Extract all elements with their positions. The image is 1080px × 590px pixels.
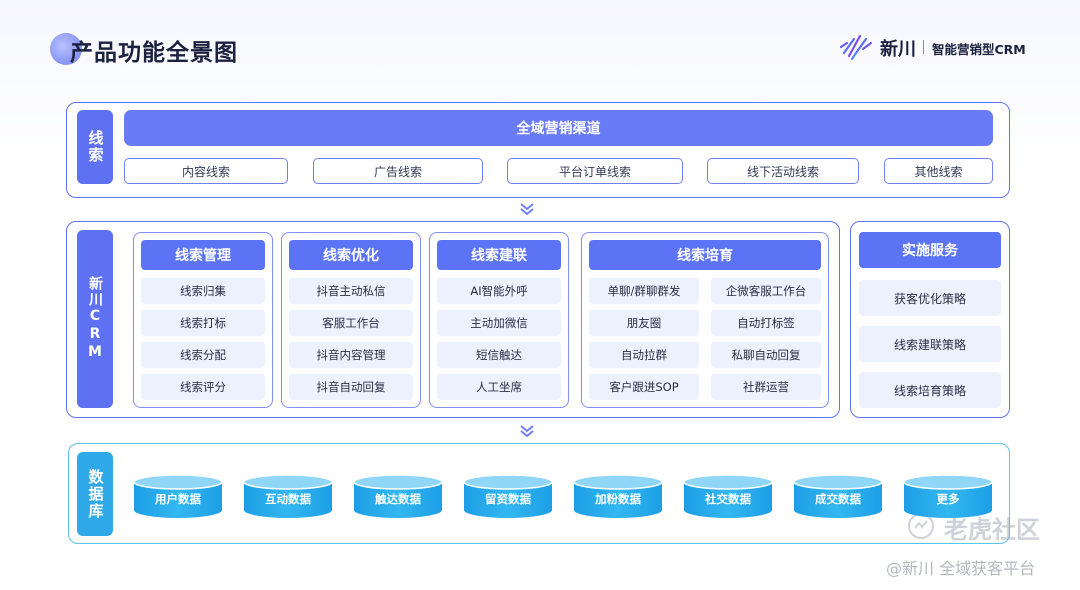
database-item-label: 加粉数据: [595, 492, 641, 506]
clue-side-label: 线索: [77, 110, 113, 184]
channel-content: 内容线索: [124, 158, 288, 184]
database-item: 成交数据: [792, 474, 884, 524]
page-title: 产品功能全景图: [70, 40, 238, 66]
feature-item: 客服工作台: [289, 310, 413, 336]
database-item: 触达数据: [352, 474, 444, 524]
channel-ads: 广告线索: [313, 158, 483, 184]
feature-item: 线索归集: [141, 278, 265, 304]
brand-tagline: 智能营销型CRM: [932, 42, 1026, 57]
channel-platform-orders: 平台订单线索: [507, 158, 683, 184]
brand-logo-icon: [839, 34, 873, 61]
crm-side-label: 新川CRM: [77, 230, 113, 408]
flow-chevron-down-icon: [520, 425, 534, 438]
watermark-credit: @新川 全域获客平台: [886, 559, 1036, 578]
feature-item: 短信触达: [437, 342, 561, 368]
feature-item: 线索打标: [141, 310, 265, 336]
group-lead-contact-title: 线索建联: [437, 240, 561, 270]
database-item-label: 社交数据: [705, 492, 751, 506]
brand-divider: [923, 40, 924, 54]
channel-other: 其他线索: [884, 158, 993, 184]
database-item: 互动数据: [242, 474, 334, 524]
flow-chevron-down-icon: [520, 203, 534, 216]
feature-item: 线索评分: [141, 374, 265, 400]
feature-item: 企微客服工作台: [711, 278, 821, 304]
database-item-label: 成交数据: [815, 492, 861, 506]
channel-banner: 全域营销渠道: [124, 110, 993, 146]
feature-item: 人工坐席: [437, 374, 561, 400]
database-item: 加粉数据: [572, 474, 664, 524]
database-side-label: 数据库: [77, 452, 113, 536]
database-item-label: 留资数据: [485, 492, 531, 506]
database-item-label: 用户数据: [155, 492, 201, 506]
database-item-label: 触达数据: [375, 492, 421, 506]
service-item: 线索培育策略: [859, 372, 1001, 408]
service-item: 获客优化策略: [859, 280, 1001, 316]
feature-item: 主动加微信: [437, 310, 561, 336]
database-item: 社交数据: [682, 474, 774, 524]
database-item: 用户数据: [132, 474, 224, 524]
feature-item: 客户跟进SOP: [589, 374, 699, 400]
database-item-label: 互动数据: [265, 492, 311, 506]
service-title: 实施服务: [859, 232, 1001, 268]
feature-item: 私聊自动回复: [711, 342, 821, 368]
service-item: 线索建联策略: [859, 326, 1001, 362]
feature-item: 抖音内容管理: [289, 342, 413, 368]
feature-item: 朋友圈: [589, 310, 699, 336]
feature-item: 自动打标签: [711, 310, 821, 336]
group-lead-management-title: 线索管理: [141, 240, 265, 270]
feature-item: AI智能外呼: [437, 278, 561, 304]
feature-item: 抖音主动私信: [289, 278, 413, 304]
database-item: 留资数据: [462, 474, 554, 524]
feature-item: 社群运营: [711, 374, 821, 400]
channel-offline-events: 线下活动线索: [707, 158, 859, 184]
feature-item: 线索分配: [141, 342, 265, 368]
feature-item: 单聊/群聊群发: [589, 278, 699, 304]
feature-item: 抖音自动回复: [289, 374, 413, 400]
group-lead-nurturing-title: 线索培育: [589, 240, 821, 270]
group-lead-optimization-title: 线索优化: [289, 240, 413, 270]
database-item: 更多: [902, 474, 994, 524]
brand-name: 新川: [880, 39, 916, 60]
database-item-label: 更多: [936, 492, 960, 506]
feature-item: 自动拉群: [589, 342, 699, 368]
